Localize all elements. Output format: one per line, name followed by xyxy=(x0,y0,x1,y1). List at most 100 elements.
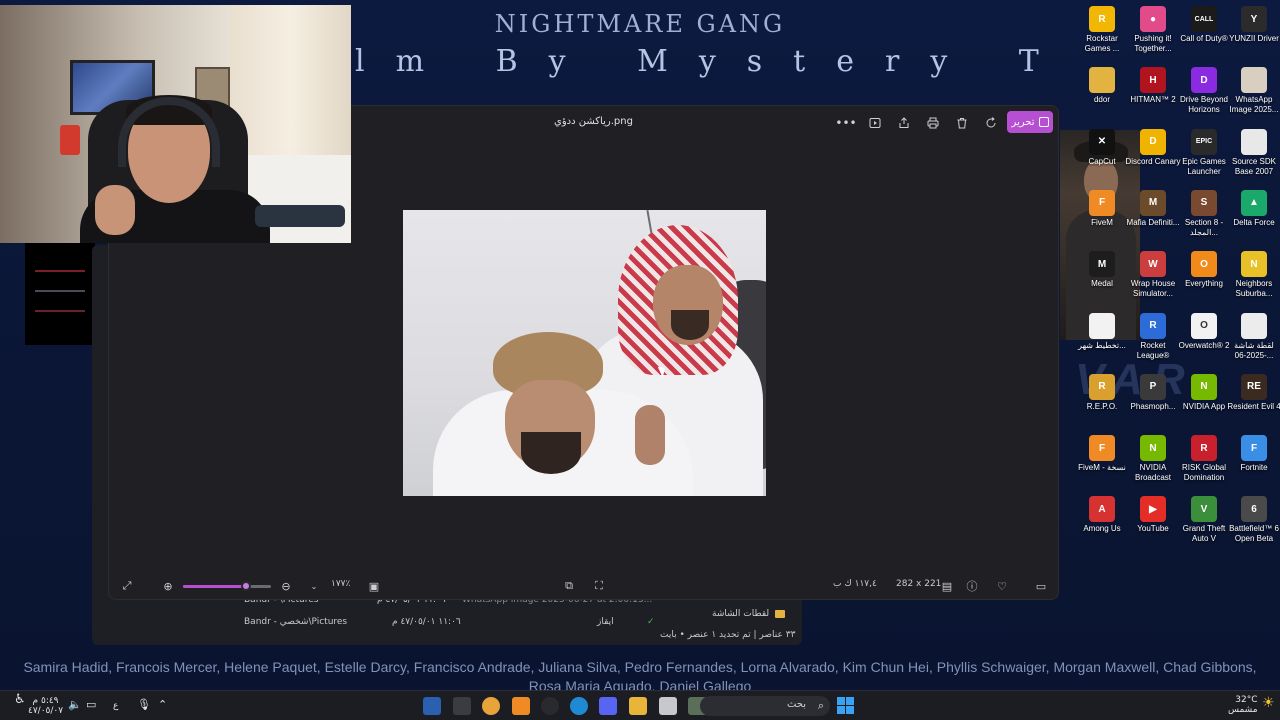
fit-to-window-icon[interactable]: ▣ xyxy=(366,578,382,594)
clock[interactable]: ٥:٤٩ م ٤٧/٠٥/٠٧ xyxy=(28,696,63,716)
zoom-level[interactable]: ١٧٧٪ xyxy=(331,579,350,589)
desktop-icon[interactable]: RE Resident Evil 4 xyxy=(1226,373,1280,412)
desktop-icon[interactable]: S Section 8 - المجلد... xyxy=(1176,189,1232,238)
desktop-icon-label: تخطيط شهر... xyxy=(1078,340,1126,350)
quick-access-folder[interactable]: لقطات الشاشة xyxy=(712,609,786,619)
app-icon xyxy=(1241,128,1267,155)
desktop-icon[interactable]: N NVIDIA Broadcast xyxy=(1125,435,1181,483)
filmstrip-icon[interactable]: ▭ xyxy=(1033,578,1049,594)
desktop-icon-label: Overwatch® 2 xyxy=(1178,340,1230,350)
desktop-icon[interactable]: R Rockstar Games ... xyxy=(1074,6,1130,54)
desktop-icon-label: Pushing it! Together... xyxy=(1134,34,1172,53)
folder-label: لقطات الشاشة xyxy=(712,609,770,619)
favorite-icon[interactable]: ♡ xyxy=(994,578,1010,594)
desktop-icon-label: Section 8 - المجلد... xyxy=(1184,217,1224,237)
desktop-icon[interactable]: WhatsApp Image 2025... xyxy=(1226,67,1280,115)
desktop-icon-label: Grand Theft Auto V xyxy=(1182,524,1226,544)
folder-icon xyxy=(775,609,786,618)
desktop-icon[interactable]: N Neighbors Suburba... xyxy=(1226,251,1280,299)
app-icon: V xyxy=(1191,496,1217,523)
chevron-up-icon[interactable]: ⌃ xyxy=(158,699,167,710)
desktop-icon[interactable]: V Grand Theft Auto V xyxy=(1176,496,1232,544)
desktop-icon[interactable]: R RISK Global Domination xyxy=(1176,435,1232,483)
delete-icon[interactable] xyxy=(952,114,972,132)
weather-widget[interactable]: 32°C مشمس xyxy=(1228,695,1258,715)
desktop-icon[interactable]: لقطة شاشة 2025-06-... xyxy=(1226,312,1280,361)
desktop-icon[interactable]: W Wrap House Simulator... xyxy=(1125,251,1181,299)
start-icon[interactable] xyxy=(837,697,854,714)
desktop-icon[interactable]: F FiveM - نسخة xyxy=(1074,435,1130,473)
app-icon: ● xyxy=(1140,6,1166,32)
desktop-icon-label: Among Us xyxy=(1083,524,1121,534)
desktop-icon[interactable]: D Discord Canary xyxy=(1125,128,1181,167)
zoom-slider[interactable] xyxy=(183,581,271,591)
info-icon[interactable]: ⓘ xyxy=(964,578,980,594)
zoom-in-icon[interactable]: ⊕ xyxy=(160,578,176,594)
desktop-icon[interactable]: N NVIDIA App xyxy=(1176,373,1232,412)
app-steam-icon[interactable] xyxy=(541,697,559,715)
app-chrome-icon[interactable] xyxy=(482,697,500,715)
compare-icon[interactable]: ⧉ xyxy=(561,578,577,594)
desktop-icon[interactable]: ddor xyxy=(1074,67,1130,105)
app-file-explorer-icon[interactable] xyxy=(629,697,647,715)
app-icon: 6 xyxy=(1241,496,1267,523)
language-indicator[interactable]: ع xyxy=(113,701,118,711)
desktop-icon[interactable]: ▲ Delta Force xyxy=(1226,189,1280,228)
desktop-icon[interactable]: R Rocket League® xyxy=(1125,312,1181,361)
app-paint-icon[interactable] xyxy=(423,697,441,715)
app-icon: R xyxy=(1191,435,1217,462)
fullscreen-icon[interactable]: ⤢ xyxy=(119,578,135,594)
volume-icon[interactable]: 🔈 xyxy=(68,699,82,710)
desktop-icon[interactable]: Y YUNZII Driver xyxy=(1226,6,1280,44)
desktop-icon-label: Battlefield™ 6 Open Beta xyxy=(1229,524,1279,544)
desktop-icon-label: Drive Beyond Horizons xyxy=(1179,95,1229,115)
desktop-icon[interactable]: M Medal xyxy=(1074,251,1130,289)
displayed-photo[interactable] xyxy=(403,210,766,496)
network-icon[interactable]: ▭ xyxy=(86,699,96,710)
desktop-icon[interactable]: ▶ YouTube xyxy=(1125,496,1181,534)
file-size: ١١٧,٤ ك ب xyxy=(833,579,877,589)
desktop-icon[interactable]: CALL Call of Duty® xyxy=(1176,6,1232,44)
desktop-icon-label: لقطة شاشة 2025-06-... xyxy=(1234,340,1274,360)
print-icon[interactable] xyxy=(923,114,943,132)
app-close-icon[interactable] xyxy=(453,697,471,715)
zoom-out-icon[interactable]: ⊖ xyxy=(278,578,294,594)
desktop-icon[interactable]: F FiveM xyxy=(1074,189,1130,228)
app-fivem-icon[interactable] xyxy=(512,697,530,715)
desktop-icon[interactable]: A Among Us xyxy=(1074,496,1130,534)
desktop-icon[interactable]: P Phasmoph... xyxy=(1125,373,1181,412)
desktop-icon[interactable]: O Overwatch® 2 xyxy=(1176,312,1232,351)
app-edge-icon[interactable] xyxy=(570,697,588,715)
desktop-icon[interactable]: 6 Battlefield™ 6 Open Beta xyxy=(1226,496,1280,544)
app-discord-icon[interactable] xyxy=(599,697,617,715)
desktop-icon[interactable]: F Fortnite xyxy=(1226,435,1280,473)
microphone-icon[interactable]: 🎙 xyxy=(137,699,151,710)
edit-button-label: تحرير xyxy=(1011,116,1035,128)
slideshow-icon[interactable] xyxy=(865,114,885,132)
desktop-icon-label: RISK Global Domination xyxy=(1181,463,1227,483)
rotate-icon[interactable] xyxy=(981,114,1001,132)
more-icon[interactable]: ••• xyxy=(835,114,856,132)
desktop-icon[interactable]: M Mafia Definiti... xyxy=(1125,189,1181,228)
desktop-icon[interactable]: تخطيط شهر... xyxy=(1074,312,1130,351)
desktop-icon[interactable]: EPIC Epic Games Launcher xyxy=(1176,128,1232,177)
search-box[interactable]: بحث ⌕ xyxy=(700,696,830,716)
desktop-icon[interactable]: D Drive Beyond Horizons xyxy=(1176,67,1232,115)
app-notepad-icon[interactable] xyxy=(659,697,677,715)
crop-view-icon[interactable]: ⛶ xyxy=(591,578,607,594)
desktop-icon[interactable]: O Everything xyxy=(1176,251,1232,289)
weather-description: مشمس xyxy=(1228,705,1258,715)
chevron-down-icon[interactable]: ⌄ xyxy=(306,578,322,594)
desktop-icon[interactable]: R R.E.P.O. xyxy=(1074,373,1130,412)
edit-button[interactable]: تحرير xyxy=(1007,111,1053,133)
desktop-icon[interactable]: Source SDK Base 2007 xyxy=(1226,128,1280,177)
app-icon: O xyxy=(1191,251,1217,278)
desktop-icon[interactable]: ● Pushing it! Together... xyxy=(1125,6,1181,54)
desktop-icon[interactable]: H HITMAN™ 2 xyxy=(1125,67,1181,105)
desktop-icon[interactable]: ✕ CapCut xyxy=(1074,128,1130,167)
wallpaper-subtitle: lm By Mystery Town xyxy=(355,44,1055,79)
accessibility-icon[interactable]: ♿ xyxy=(14,693,26,706)
zoom-slider-knob[interactable] xyxy=(241,581,252,591)
share-icon[interactable] xyxy=(894,114,914,132)
app-icon: A xyxy=(1089,496,1115,523)
